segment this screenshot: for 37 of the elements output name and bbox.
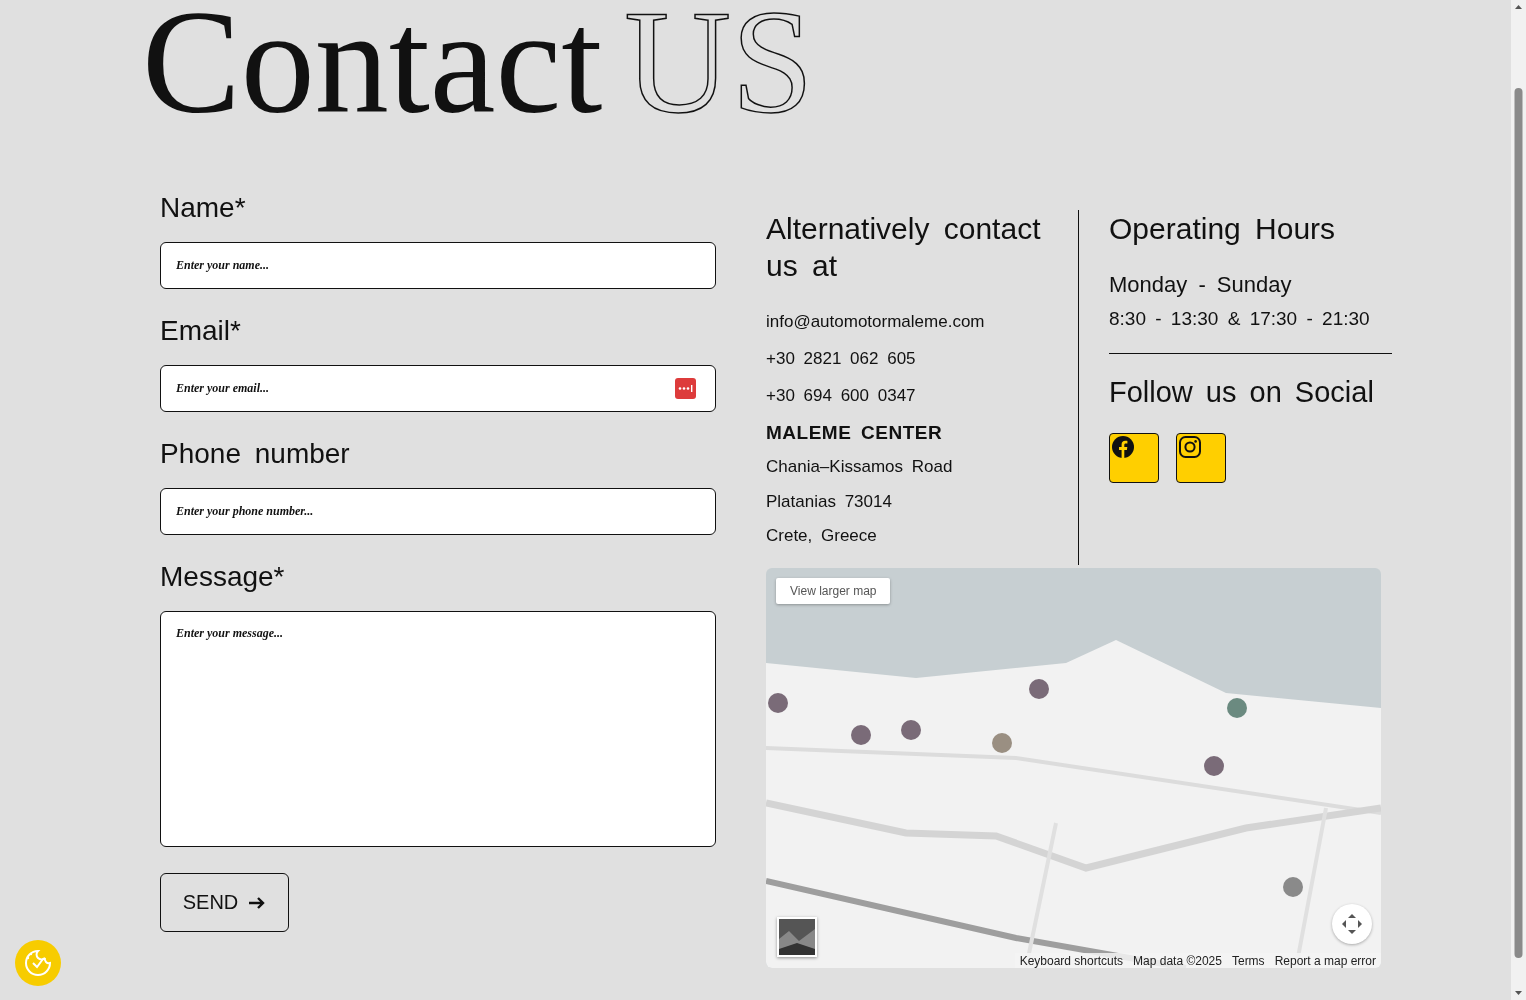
message-field[interactable]: Enter your message... <box>160 611 716 847</box>
address-line: Platanias 73014 <box>766 491 892 512</box>
opening-times: 8:30 - 13:30 & 17:30 - 21:30 <box>1109 309 1370 329</box>
phone-link[interactable]: +30 2821 062 605 <box>766 349 916 369</box>
opening-days: Monday - Sunday <box>1109 275 1292 295</box>
field-label: Email* <box>160 315 241 347</box>
section-heading: Follow us on Social <box>1109 375 1374 410</box>
section-heading: Alternatively contact us at <box>766 211 1042 284</box>
address-line: Chania–Kissamos Road <box>766 457 953 477</box>
title-word: Contact <box>142 0 603 136</box>
input-field[interactable]: Enter your name... <box>160 242 716 289</box>
facebook-button[interactable] <box>1109 433 1159 483</box>
field-label: Name* <box>160 192 246 224</box>
location-name: MALEME CENTER <box>766 423 943 443</box>
facebook-icon <box>1111 435 1135 459</box>
email-link[interactable]: info@automotormaleme.com <box>766 312 985 332</box>
map-footer-link[interactable]: Report a map error <box>1269 953 1381 968</box>
send-button[interactable]: SEND <box>160 873 289 932</box>
scrollbar[interactable] <box>1511 0 1526 1000</box>
map-footer-link[interactable]: Keyboard shortcuts <box>1014 953 1129 968</box>
section-heading: Operating Hours <box>1109 211 1337 247</box>
map-layer-toggle[interactable] <box>777 917 817 957</box>
map-footer-link[interactable]: Map data ©2025 <box>1128 953 1227 968</box>
email-field[interactable]: Enter your email... <box>160 365 716 412</box>
satellite-thumbnail-icon <box>779 919 815 955</box>
field-label: Phone number <box>160 438 350 470</box>
outlined-title-word: US <box>624 0 814 136</box>
arrow-icon <box>248 895 267 910</box>
map-footer-link[interactable]: Terms <box>1226 953 1270 968</box>
phone-link[interactable]: +30 694 600 0347 <box>766 386 916 406</box>
address-line: Crete, Greece <box>766 526 877 546</box>
view-larger-map-button[interactable]: View larger map <box>776 578 891 604</box>
password-manager-icon[interactable] <box>675 378 696 399</box>
instagram-icon <box>1178 435 1202 459</box>
instagram-button[interactable] <box>1176 433 1226 483</box>
field-label: Message* <box>160 561 285 593</box>
input-field[interactable]: Enter your phone number... <box>160 488 716 535</box>
